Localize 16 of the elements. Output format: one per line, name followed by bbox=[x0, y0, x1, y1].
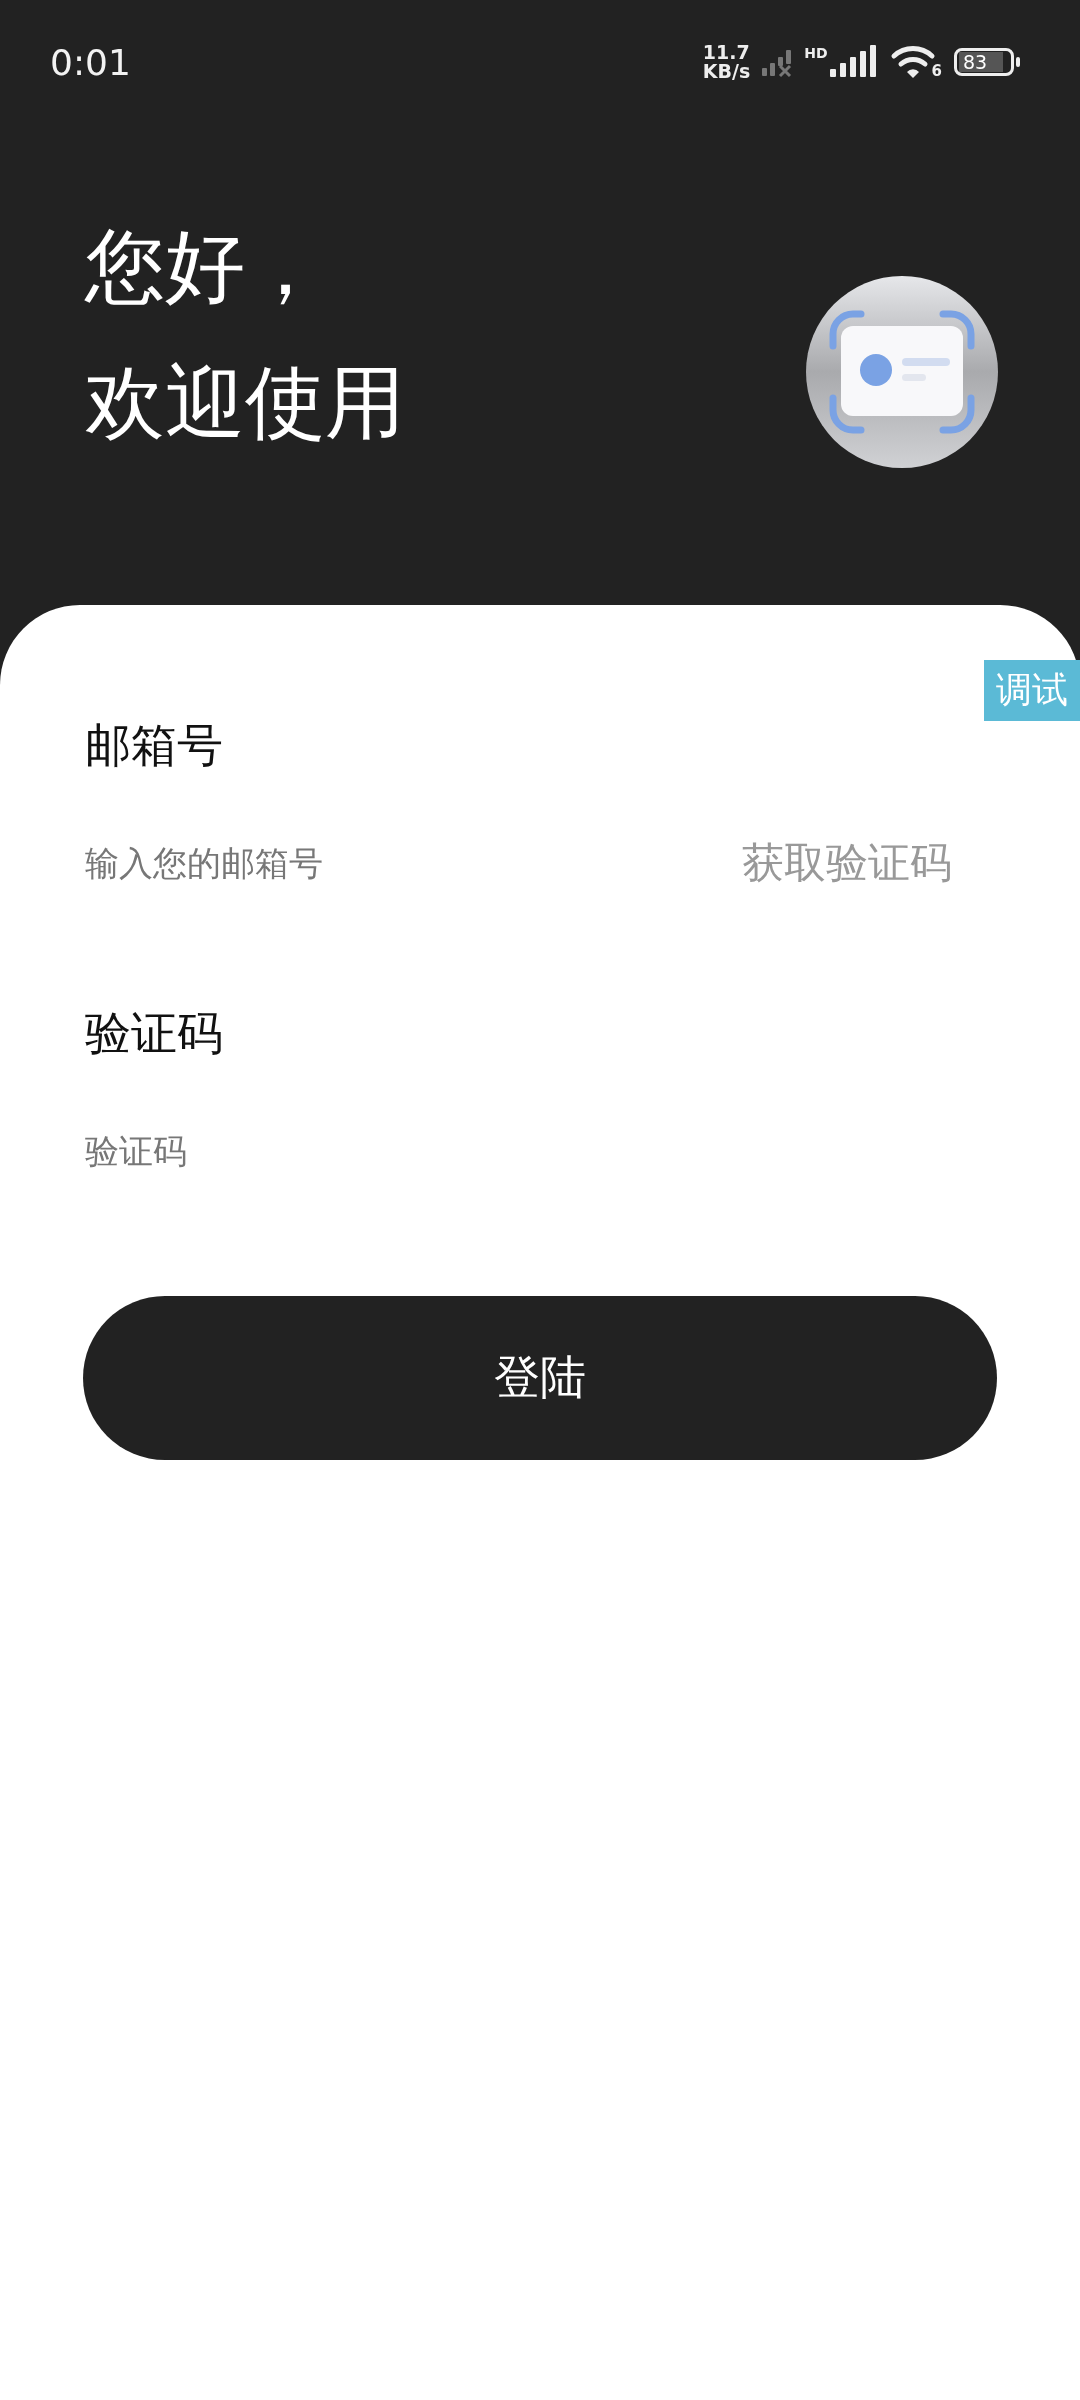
debug-tag[interactable]: 调试 bbox=[984, 660, 1080, 721]
input-field[interactable]: 输入您的邮箱号 bbox=[85, 843, 645, 883]
input-field[interactable]: 验证码 bbox=[85, 1131, 645, 1171]
field-label: 验证码 bbox=[85, 1005, 224, 1062]
get-code-button[interactable]: 获取验证码 bbox=[742, 835, 952, 891]
login-button[interactable]: 登陆 bbox=[83, 1296, 997, 1460]
status-time: 0:01 bbox=[50, 41, 131, 83]
battery-icon: 83 bbox=[954, 48, 1014, 76]
id-card-icon bbox=[806, 276, 998, 468]
welcome-title: 欢迎使用 bbox=[85, 355, 405, 451]
signal-icon bbox=[829, 45, 878, 79]
greeting-title: 您好， bbox=[85, 219, 326, 315]
network-speed: 11.7 KB/s bbox=[702, 43, 751, 81]
wifi-label: 6 bbox=[931, 62, 942, 80]
field-label: 邮箱号 bbox=[85, 717, 224, 774]
hd-label: HD bbox=[804, 45, 828, 61]
